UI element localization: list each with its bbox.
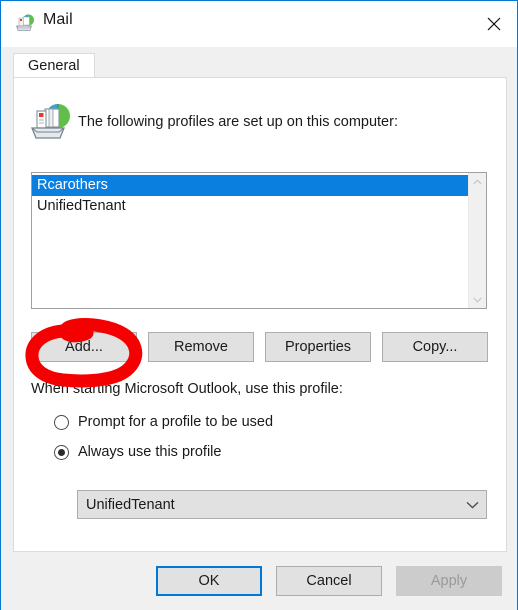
apply-button-label: Apply <box>430 573 468 589</box>
default-profile-combobox[interactable]: UnifiedTenant <box>77 490 487 519</box>
tab-strip: General <box>1 47 517 78</box>
chevron-down-icon[interactable] <box>458 491 486 518</box>
panel-header: The following profiles are set up on thi… <box>26 100 398 144</box>
add-button-label: Add... <box>65 339 103 355</box>
radio-always-use-profile[interactable]: Always use this profile <box>54 444 221 460</box>
radio-icon-selected <box>54 444 69 460</box>
mail-profiles-icon <box>13 12 35 34</box>
close-icon[interactable] <box>471 1 517 47</box>
window-title: Mail <box>43 11 73 28</box>
radio-icon <box>54 414 69 430</box>
remove-button[interactable]: Remove <box>148 332 254 362</box>
remove-button-label: Remove <box>174 339 228 355</box>
dialog-footer: OK Cancel Apply <box>1 552 517 610</box>
profile-list-items: Rcarothers UnifiedTenant <box>32 173 468 308</box>
title-bar: Mail <box>1 0 517 47</box>
tab-general-label: General <box>28 58 80 74</box>
list-item[interactable]: Rcarothers <box>32 175 468 196</box>
list-item-label: Rcarothers <box>37 177 108 193</box>
copy-button[interactable]: Copy... <box>382 332 488 362</box>
radio-prompt-for-profile[interactable]: Prompt for a profile to be used <box>54 414 273 430</box>
ok-button-label: OK <box>198 573 220 589</box>
list-item-label: UnifiedTenant <box>37 198 126 214</box>
properties-button[interactable]: Properties <box>265 332 371 362</box>
properties-button-label: Properties <box>284 339 352 355</box>
default-profile-value: UnifiedTenant <box>86 496 175 513</box>
profile-listbox[interactable]: Rcarothers UnifiedTenant <box>31 172 487 309</box>
cancel-button-label: Cancel <box>306 573 352 589</box>
mail-setup-dialog: Mail General The following profiles are … <box>0 0 518 610</box>
add-button[interactable]: Add... <box>31 332 137 362</box>
mail-profiles-icon <box>26 100 70 144</box>
panel-description: The following profiles are set up on thi… <box>78 114 398 130</box>
startup-profile-label: When starting Microsoft Outlook, use thi… <box>31 381 343 397</box>
chevron-down-icon[interactable] <box>469 291 486 308</box>
general-tab-panel: The following profiles are set up on thi… <box>13 77 507 552</box>
radio-always-use-profile-label: Always use this profile <box>78 444 222 460</box>
tab-general[interactable]: General <box>13 53 95 78</box>
listbox-scrollbar[interactable] <box>468 173 486 308</box>
apply-button: Apply <box>396 566 502 596</box>
list-item[interactable]: UnifiedTenant <box>32 196 468 217</box>
profile-actions: Add... Remove Properties Copy... <box>31 332 488 362</box>
chevron-up-icon[interactable] <box>469 173 486 190</box>
copy-button-label: Copy... <box>412 339 458 355</box>
ok-button[interactable]: OK <box>156 566 262 596</box>
cancel-button[interactable]: Cancel <box>276 566 382 596</box>
radio-prompt-for-profile-label: Prompt for a profile to be used <box>78 414 274 430</box>
